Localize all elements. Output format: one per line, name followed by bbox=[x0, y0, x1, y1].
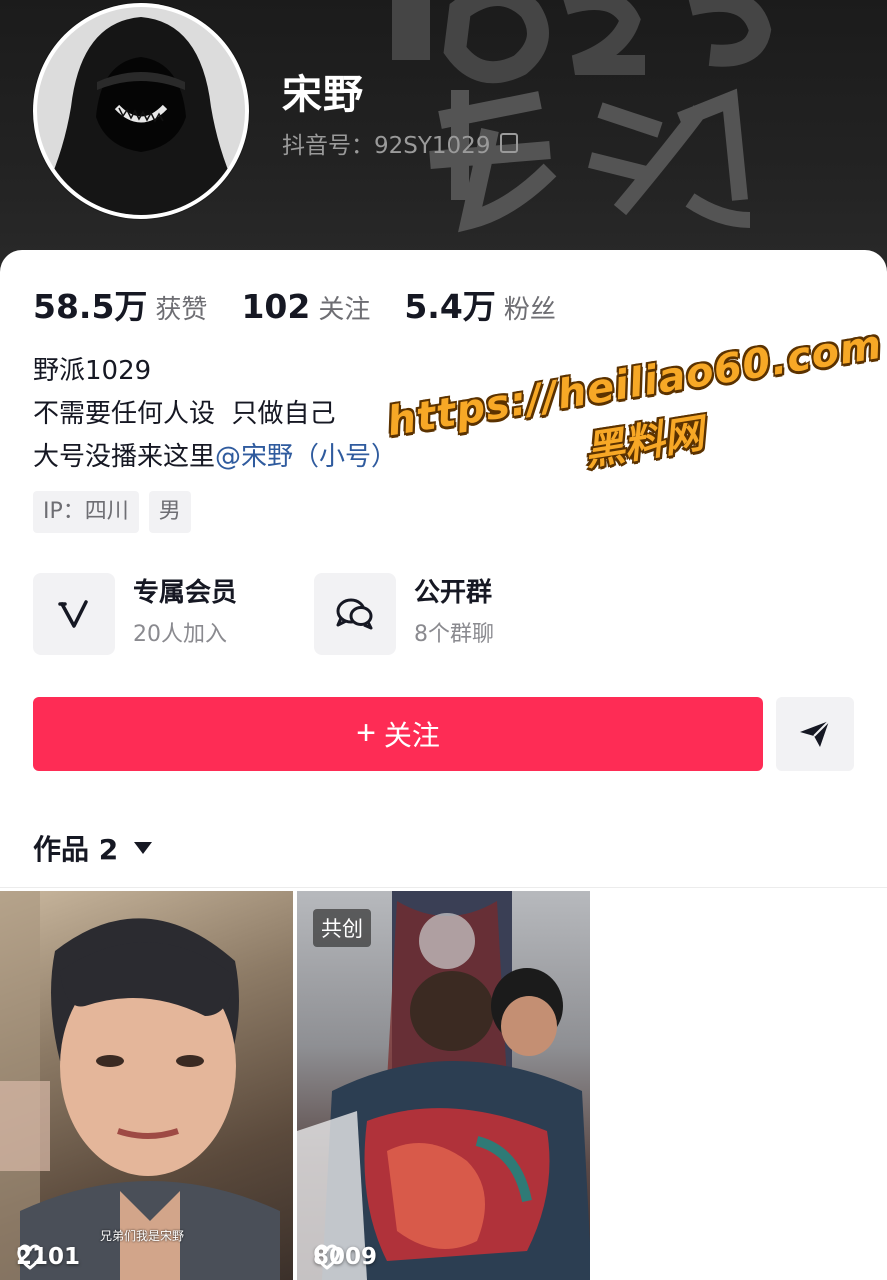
feature-subtitle: 20人加入 bbox=[133, 622, 227, 647]
profile-banner: 宋野 抖音号：92SY1029 bbox=[0, 0, 887, 290]
bio-line-1: 野派1029 bbox=[33, 356, 152, 386]
co-creation-badge: 共创 bbox=[313, 909, 371, 947]
bio-line-3: 大号没播来这里@宋野（小号） bbox=[33, 436, 397, 479]
copy-icon[interactable] bbox=[500, 133, 519, 153]
tags-row: IP：四川 男 bbox=[33, 491, 191, 533]
chat-bubbles-icon bbox=[314, 573, 396, 655]
share-button[interactable] bbox=[776, 697, 854, 771]
stat-followers[interactable]: 5.4万 粉丝 bbox=[404, 280, 555, 328]
mention-link[interactable]: @宋野（小号） bbox=[215, 442, 397, 472]
stat-following[interactable]: 102 关注 bbox=[241, 287, 370, 326]
heart-icon bbox=[314, 1244, 340, 1270]
gender-tag: 男 bbox=[148, 491, 191, 533]
bio-line-3-text: 大号没播来这里 bbox=[33, 442, 216, 472]
features-row: 专属会员 20人加入 公开群 8个群聊 bbox=[33, 573, 595, 655]
likes-count: 8009 bbox=[313, 1244, 377, 1270]
douyin-id-text: 抖音号：92SY1029 bbox=[282, 133, 491, 159]
caret-down-icon bbox=[134, 842, 153, 854]
video-caption: 兄弟们我是宋野 bbox=[100, 1229, 185, 1243]
follow-label: 关注 bbox=[383, 720, 440, 751]
bio: 野派1029 不需要任何人设 只做自己 大号没播来这里@宋野（小号） bbox=[33, 350, 397, 479]
stat-label: 获赞 bbox=[155, 295, 208, 325]
profile-page: 宋野 抖音号：92SY1029 58.5万 获赞 102 关注 5.4万 粉丝 … bbox=[0, 0, 887, 1280]
video-grid: 兄弟们我是宋野 2101 共创 8009 bbox=[0, 891, 887, 1280]
divider bbox=[0, 887, 887, 888]
avatar-hooded-figure-icon bbox=[37, 7, 245, 215]
ip-tag: IP：四川 bbox=[33, 491, 139, 533]
stat-likes[interactable]: 58.5万 获赞 bbox=[33, 280, 207, 328]
video-thumbnail-portrait bbox=[0, 891, 280, 1280]
public-group-entry[interactable]: 公开群 8个群聊 bbox=[314, 573, 595, 655]
video-tile[interactable]: 共创 8009 bbox=[297, 891, 590, 1280]
send-icon bbox=[800, 720, 830, 747]
stat-label: 关注 bbox=[318, 295, 371, 325]
profile-name: 宋野 bbox=[282, 72, 364, 118]
douyin-id[interactable]: 抖音号：92SY1029 bbox=[282, 126, 519, 160]
avatar[interactable] bbox=[33, 3, 249, 219]
video-thumbnail-tattoo bbox=[297, 891, 590, 1280]
stat-value: 5.4万 bbox=[404, 287, 496, 326]
feature-title: 专属会员 bbox=[133, 578, 238, 608]
feature-title: 公开群 bbox=[414, 578, 493, 608]
stats-row: 58.5万 获赞 102 关注 5.4万 粉丝 bbox=[33, 280, 590, 328]
video-tile[interactable]: 兄弟们我是宋野 2101 bbox=[0, 891, 293, 1280]
plus-icon: + bbox=[356, 713, 376, 752]
works-tab[interactable]: 作品 2 bbox=[33, 828, 153, 868]
stat-value: 58.5万 bbox=[33, 287, 148, 326]
v-icon bbox=[33, 573, 115, 655]
follow-button[interactable]: + 关注 bbox=[33, 697, 763, 771]
works-label: 作品 2 bbox=[33, 833, 119, 866]
bio-line-2: 不需要任何人设 只做自己 bbox=[33, 399, 336, 429]
feature-subtitle: 8个群聊 bbox=[414, 622, 494, 647]
likes-count: 2101 bbox=[16, 1244, 80, 1270]
stat-label: 粉丝 bbox=[503, 295, 556, 325]
stat-value: 102 bbox=[241, 287, 311, 326]
membership-entry[interactable]: 专属会员 20人加入 bbox=[33, 573, 314, 655]
heart-icon bbox=[17, 1244, 43, 1270]
